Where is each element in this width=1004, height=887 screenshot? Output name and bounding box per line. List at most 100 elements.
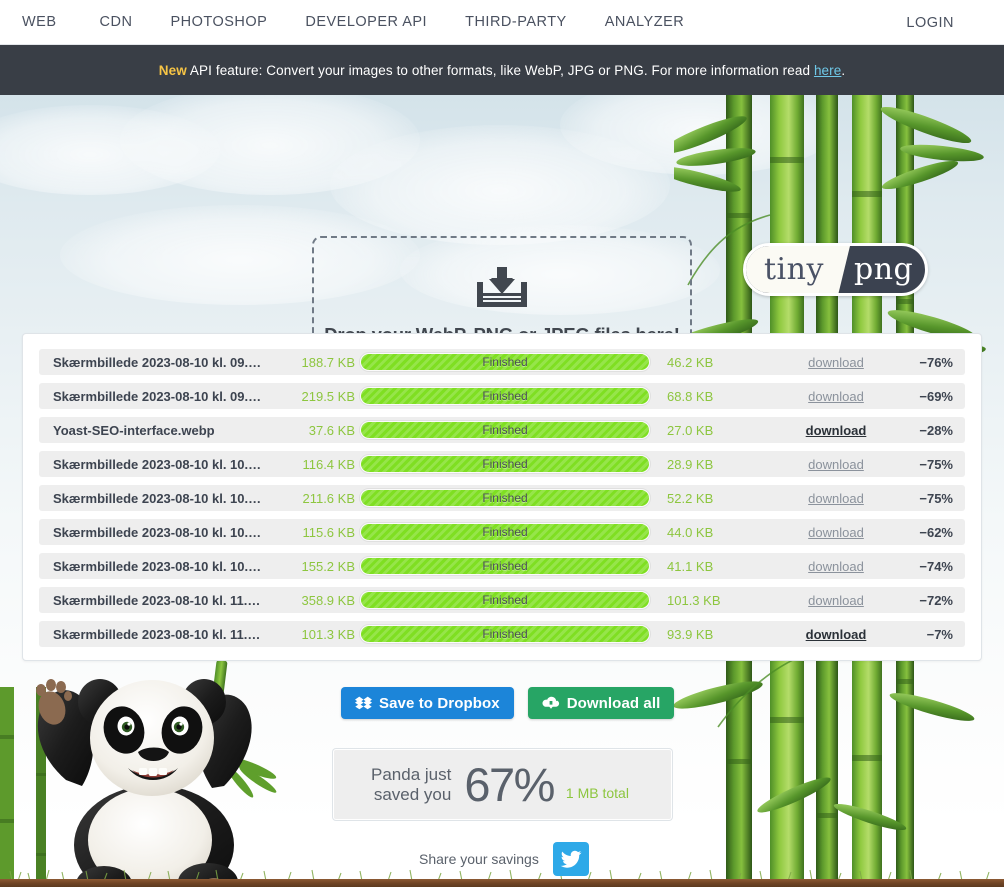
table-row[interactable]: Skærmbillede 2023-08-10 kl. 09.… 188.7 K…	[39, 349, 965, 375]
progress-bar: Finished	[359, 454, 651, 474]
file-size-before: 116.4 KB	[302, 456, 355, 472]
savings-label-line2: saved you	[373, 784, 452, 804]
banner-body: API feature: Convert your images to othe…	[186, 62, 814, 78]
logo-text-tiny: tiny	[764, 252, 824, 287]
file-size-before: 219.5 KB	[301, 388, 356, 404]
file-size-after: 27.0 KB	[667, 422, 714, 438]
progress-fill: Finished	[361, 422, 649, 438]
table-row[interactable]: Skærmbillede 2023-08-10 kl. 10.… 211.6 K…	[39, 485, 965, 511]
file-size-before: 101.3 KB	[301, 626, 356, 642]
nav-item-analyzer[interactable]: ANALYZER	[586, 0, 703, 45]
savings-total: 1 MB total	[565, 785, 629, 801]
nav-item-third-party[interactable]: THIRD-PARTY	[446, 0, 586, 45]
progress-bar: Finished	[359, 590, 651, 610]
file-size-after: 41.1 KB	[667, 558, 714, 574]
progress-status: Finished	[482, 457, 528, 471]
twitter-icon	[560, 850, 582, 868]
progress-status: Finished	[482, 389, 528, 403]
download-link[interactable]: download	[795, 355, 877, 370]
nav-items: WEB CDN PHOTOSHOP DEVELOPER API THIRD-PA…	[22, 0, 703, 45]
file-name: Skærmbillede 2023-08-10 kl. 11.…	[53, 626, 261, 642]
download-all-button[interactable]: Download all	[527, 687, 675, 719]
progress-bar: Finished	[359, 352, 651, 372]
progress-bar: Finished	[359, 488, 651, 508]
progress-bar: Finished	[359, 420, 651, 440]
share-section: Share your savings	[419, 842, 589, 876]
download-link[interactable]: download	[795, 423, 877, 438]
file-size-after: 101.3 KB	[667, 592, 721, 608]
progress-fill: Finished	[361, 524, 649, 540]
table-row[interactable]: Skærmbillede 2023-08-10 kl. 10.… 155.2 K…	[39, 553, 965, 579]
tinypng-logo[interactable]: tiny png	[743, 243, 928, 296]
file-size-before: 155.2 KB	[301, 558, 356, 574]
file-size-before: 211.6 KB	[302, 490, 355, 506]
download-link[interactable]: download	[795, 491, 877, 506]
progress-status: Finished	[482, 559, 528, 573]
progress-fill: Finished	[361, 592, 649, 608]
twitter-share-button[interactable]	[552, 842, 589, 876]
file-name: Skærmbillede 2023-08-10 kl. 09.…	[53, 388, 262, 404]
saving-percent: −74%	[919, 558, 953, 574]
table-row[interactable]: Skærmbillede 2023-08-10 kl. 09.… 219.5 K…	[39, 383, 965, 409]
download-link[interactable]: download	[795, 457, 877, 472]
file-size-after: 28.9 KB	[667, 456, 714, 472]
progress-fill: Finished	[361, 626, 649, 642]
save-to-dropbox-label: Save to Dropbox	[379, 694, 500, 712]
action-buttons: Save to Dropbox Download all	[341, 687, 675, 719]
file-size-before: 358.9 KB	[301, 592, 356, 608]
nav-item-cdn[interactable]: CDN	[81, 0, 152, 45]
panda-mascot	[36, 660, 277, 887]
top-navigation-bar: WEB CDN PHOTOSHOP DEVELOPER API THIRD-PA…	[0, 0, 1004, 45]
saving-percent: −28%	[919, 422, 953, 438]
banner-here-link[interactable]: here	[814, 63, 841, 78]
file-size-after: 44.0 KB	[667, 524, 714, 540]
file-name: Skærmbillede 2023-08-10 kl. 10.…	[53, 490, 262, 506]
table-row[interactable]: Skærmbillede 2023-08-10 kl. 11.… 358.9 K…	[39, 587, 965, 613]
nav-right: LOGIN	[906, 0, 978, 46]
nav-item-developer-api[interactable]: DEVELOPER API	[286, 0, 446, 45]
file-size-before: 188.7 KB	[301, 354, 356, 370]
download-link[interactable]: download	[795, 627, 877, 642]
saving-percent: −75%	[919, 456, 953, 472]
download-link[interactable]: download	[795, 593, 877, 608]
download-link[interactable]: download	[795, 389, 877, 404]
progress-bar: Finished	[359, 522, 651, 542]
download-all-label: Download all	[566, 694, 661, 712]
progress-status: Finished	[482, 355, 528, 369]
savings-percent: 67%	[464, 758, 555, 811]
progress-fill: Finished	[361, 558, 649, 574]
table-row[interactable]: Yoast-SEO-interface.webp 37.6 KB Finishe…	[39, 417, 965, 443]
file-size-after: 68.8 KB	[667, 388, 714, 404]
progress-bar: Finished	[359, 624, 651, 644]
download-link[interactable]: download	[795, 559, 877, 574]
saving-percent: −76%	[919, 354, 953, 370]
nav-item-photoshop[interactable]: PHOTOSHOP	[151, 0, 286, 45]
file-name: Skærmbillede 2023-08-10 kl. 10.…	[53, 524, 262, 540]
file-name: Yoast-SEO-interface.webp	[53, 422, 215, 438]
save-to-dropbox-button[interactable]: Save to Dropbox	[341, 687, 514, 719]
login-link[interactable]: LOGIN	[906, 15, 978, 31]
logo-text-png: png	[854, 252, 914, 287]
share-label: Share your savings	[419, 851, 539, 867]
file-size-after: 46.2 KB	[667, 354, 714, 370]
table-row[interactable]: Skærmbillede 2023-08-10 kl. 10.… 116.4 K…	[39, 451, 965, 477]
file-size-after: 93.9 KB	[667, 626, 714, 642]
file-name: Skærmbillede 2023-08-10 kl. 10.…	[53, 456, 262, 472]
file-size-before: 37.6 KB	[308, 422, 355, 438]
saving-percent: −7%	[926, 626, 953, 642]
table-row[interactable]: Skærmbillede 2023-08-10 kl. 10.… 115.6 K…	[39, 519, 965, 545]
progress-fill: Finished	[361, 388, 649, 404]
download-link[interactable]: download	[795, 525, 877, 540]
table-row[interactable]: Skærmbillede 2023-08-10 kl. 11.… 101.3 K…	[39, 621, 965, 647]
file-list-panel: Skærmbillede 2023-08-10 kl. 09.… 188.7 K…	[22, 333, 982, 661]
progress-status: Finished	[482, 491, 528, 505]
savings-label: Panda just saved you	[371, 765, 451, 805]
progress-status: Finished	[482, 423, 528, 437]
nav-item-web[interactable]: WEB	[22, 0, 81, 45]
progress-bar: Finished	[359, 556, 651, 576]
saving-percent: −75%	[919, 490, 953, 506]
banner-suffix: .	[841, 62, 846, 78]
progress-fill: Finished	[361, 490, 649, 506]
saving-percent: −69%	[919, 388, 953, 404]
cloud-download-icon	[542, 696, 559, 709]
